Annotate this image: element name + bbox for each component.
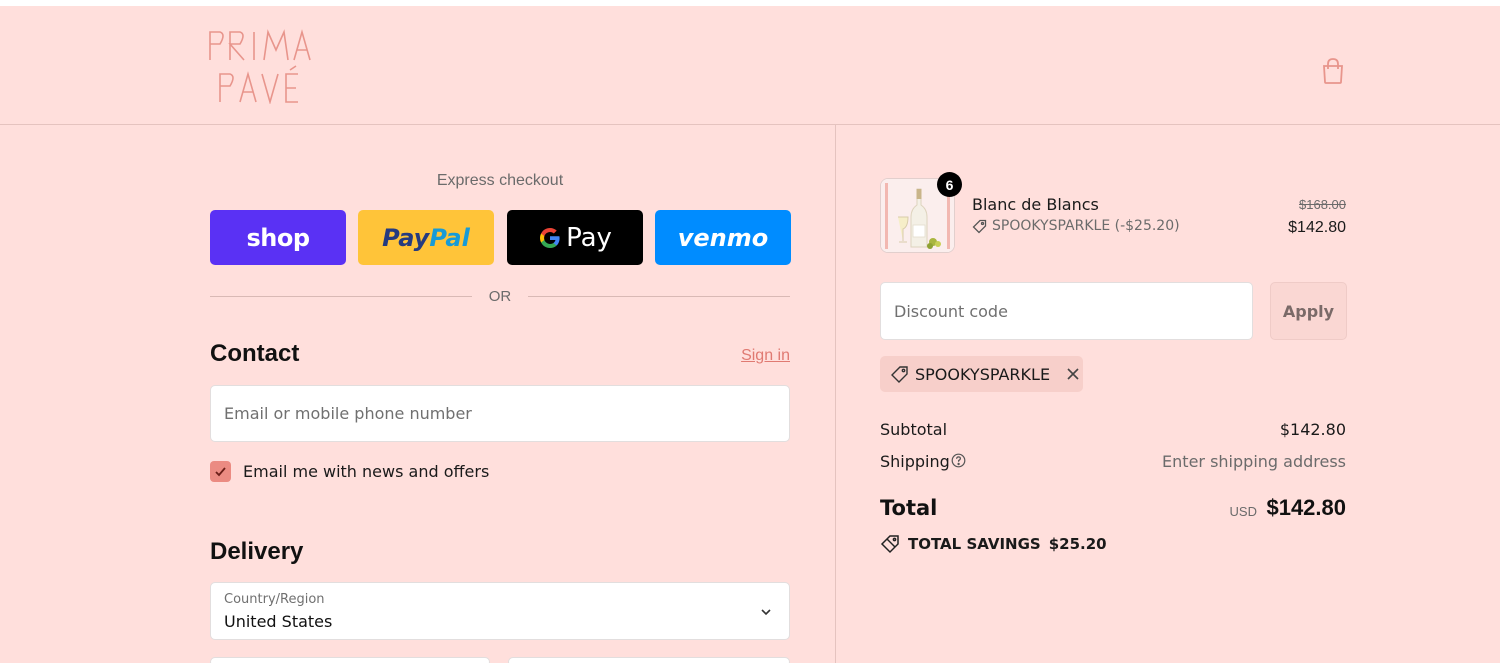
newsletter-checkbox[interactable] bbox=[210, 461, 231, 482]
subtotal-label: Subtotal bbox=[880, 420, 948, 439]
venmo-button[interactable]: venmo bbox=[655, 210, 791, 265]
sign-in-link[interactable]: Sign in bbox=[700, 347, 790, 365]
shop-pay-button[interactable]: shop bbox=[210, 210, 346, 265]
quantity-badge: 6 bbox=[937, 172, 962, 197]
checkmark-icon bbox=[215, 467, 226, 477]
header bbox=[0, 6, 1500, 125]
tag-icon bbox=[891, 365, 908, 383]
price-original: $168.00 bbox=[1299, 197, 1346, 212]
newsletter-label: Email me with news and offers bbox=[243, 462, 490, 481]
subtotal-value: $142.80 bbox=[1279, 420, 1346, 439]
last-name-field[interactable] bbox=[508, 657, 790, 663]
total-currency: USD bbox=[1229, 504, 1257, 519]
shipping-label: Shipping bbox=[880, 452, 950, 471]
help-icon[interactable] bbox=[951, 453, 966, 468]
savings-value: $25.20 bbox=[1048, 535, 1107, 553]
discount-code-input[interactable]: Discount code bbox=[880, 282, 1253, 340]
tag-icon bbox=[972, 219, 987, 233]
country-select-value: United States bbox=[224, 612, 333, 631]
price-discounted: $142.80 bbox=[1288, 219, 1346, 236]
remove-discount-icon[interactable] bbox=[1066, 367, 1080, 381]
or-divider-text: OR bbox=[488, 288, 512, 305]
total-label: Total bbox=[880, 496, 938, 520]
chevron-down-icon bbox=[761, 609, 771, 616]
delivery-heading: Delivery bbox=[210, 538, 304, 565]
column-divider bbox=[835, 125, 836, 663]
product-discount: SPOOKYSPARKLE (-$25.20) bbox=[972, 218, 1180, 234]
express-checkout-title: Express checkout bbox=[436, 172, 564, 189]
shop-pay-label: shop bbox=[246, 223, 310, 252]
applied-discount-code: SPOOKYSPARKLE bbox=[915, 364, 1051, 384]
shipping-value: Enter shipping address bbox=[1162, 452, 1346, 471]
total-savings: TOTAL SAVINGS $25.20 bbox=[880, 534, 1107, 554]
first-name-field[interactable] bbox=[210, 657, 490, 663]
or-divider-left bbox=[210, 296, 472, 297]
google-pay-button[interactable]: Pay bbox=[507, 210, 643, 265]
google-g-icon bbox=[540, 227, 560, 248]
product-name: Blanc de Blancs bbox=[972, 195, 1099, 214]
apply-button[interactable]: Apply bbox=[1270, 282, 1347, 340]
paypal-label: PayPal bbox=[382, 223, 470, 252]
country-select[interactable]: Country/Region United States bbox=[210, 582, 790, 640]
venmo-label: venmo bbox=[677, 223, 769, 252]
contact-heading: Contact bbox=[210, 340, 300, 367]
google-pay-label: Pay bbox=[538, 223, 612, 253]
tag-icon bbox=[880, 535, 899, 554]
total-value: $142.80 bbox=[1266, 495, 1346, 520]
brand-logo[interactable] bbox=[206, 28, 316, 104]
email-field[interactable]: Email or mobile phone number bbox=[210, 385, 790, 442]
country-select-label: Country/Region bbox=[224, 592, 325, 607]
paypal-button[interactable]: PayPal bbox=[358, 210, 494, 265]
applied-discount-chip: SPOOKYSPARKLE bbox=[880, 356, 1083, 392]
savings-label: TOTAL SAVINGS bbox=[908, 535, 1041, 553]
or-divider-right bbox=[528, 296, 790, 297]
shopping-bag-icon[interactable] bbox=[1318, 56, 1348, 86]
